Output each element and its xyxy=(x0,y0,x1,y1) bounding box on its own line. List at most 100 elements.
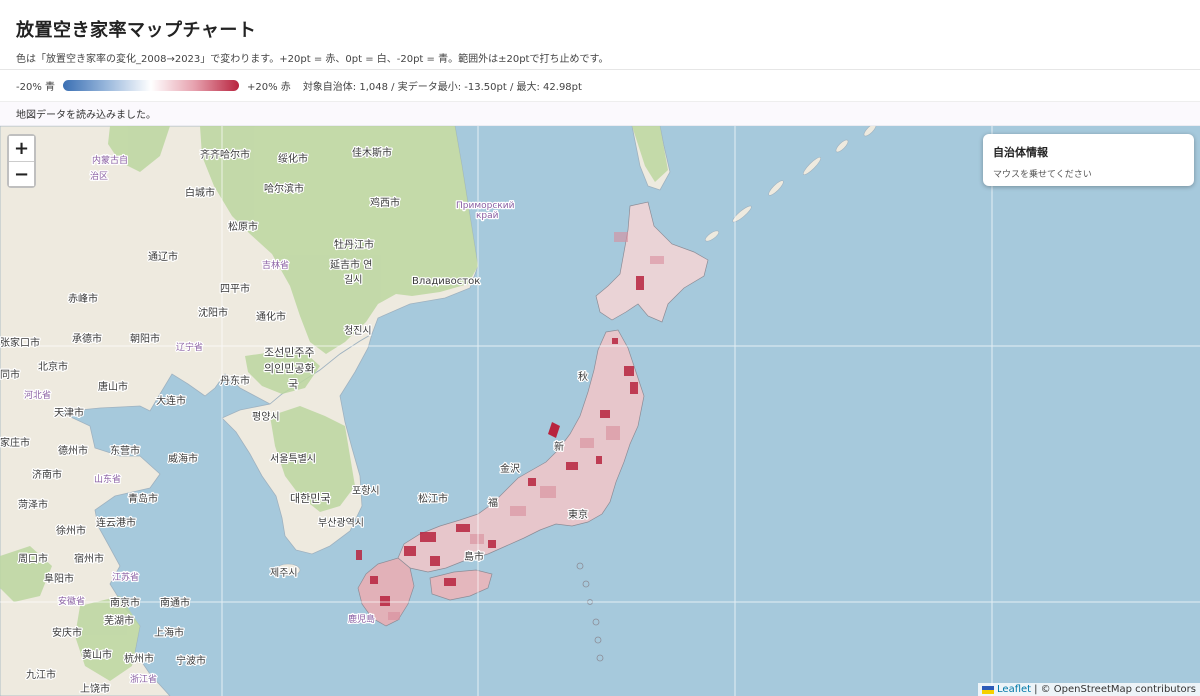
label-qiqihar: 齐齐哈尔市 xyxy=(200,148,250,161)
info-panel-hint: マウスを乗せてください xyxy=(993,170,1092,180)
legend-min-label: -20% 青 xyxy=(16,82,56,93)
label-suihua: 绥化市 xyxy=(278,152,308,165)
label-kagoshima: 鹿児島 xyxy=(348,613,375,625)
leaflet-link[interactable]: Leaflet xyxy=(997,684,1031,695)
label-harbin: 哈尔滨市 xyxy=(264,182,304,195)
label-baicheng: 白城市 xyxy=(185,186,215,199)
label-chifeng: 赤峰市 xyxy=(68,292,98,305)
label-dezhou: 德州市 xyxy=(58,444,88,457)
label-jiujiang: 九江市 xyxy=(26,668,56,681)
color-legend: -20% 青 +20% 赤 対象自治体: 1,048 / 実データ最小: -13… xyxy=(0,70,1200,102)
label-hiro: 島市 xyxy=(464,550,484,563)
label-vladivostok: Владивосток xyxy=(412,276,480,287)
label-tonghua: 通化市 xyxy=(256,310,286,323)
label-weihai: 威海市 xyxy=(168,452,198,465)
label-lianyungang: 连云港市 xyxy=(96,516,136,529)
label-jiangsu: 江苏省 xyxy=(112,571,139,583)
label-tangshan: 唐山市 xyxy=(98,380,128,393)
info-panel-title: 自治体情報 xyxy=(993,146,1048,159)
sado-island xyxy=(548,422,560,438)
label-busan: 부산광역시 xyxy=(318,517,364,529)
status-bar: 地図データを読み込みました。 xyxy=(0,102,1200,126)
label-dongying: 东营市 xyxy=(110,444,140,457)
label-dandong: 丹东市 xyxy=(220,374,250,387)
label-nanjing: 南京市 xyxy=(110,596,140,609)
label-heze: 菏泽市 xyxy=(18,498,48,511)
label-kanazawa: 金沢 xyxy=(500,462,520,475)
label-dprk-2: 의인민공화 xyxy=(264,362,315,375)
label-songyuan: 松原市 xyxy=(228,220,258,233)
label-qingdao: 青岛市 xyxy=(128,492,158,505)
label-anhui: 安徽省 xyxy=(58,595,85,607)
zoom-in-button[interactable]: + xyxy=(9,136,34,161)
label-akita: 秋 xyxy=(578,370,588,383)
map-attribution: Leaflet | © OpenStreetMap contributors xyxy=(978,683,1200,696)
zoom-control: + − xyxy=(7,134,36,188)
label-shangrao: 上饶市 xyxy=(80,682,110,695)
label-jilin: 吉林省 xyxy=(262,259,289,271)
label-shanghai: 上海市 xyxy=(154,626,184,639)
page-subtitle: 色は「放置空き家率の変化_2008→2023」で変わります。+20pt = 赤、… xyxy=(16,54,609,65)
label-dalian: 大连市 xyxy=(156,394,186,407)
label-shandong: 山东省 xyxy=(94,473,121,485)
label-tianjin: 天津市 xyxy=(54,406,84,419)
label-siping: 四平市 xyxy=(220,282,250,295)
legend-stats: 対象自治体: 1,048 / 実データ最小: -13.50pt / 最大: 42… xyxy=(302,82,582,93)
label-suzhou: 宿州市 xyxy=(74,552,104,565)
label-zhiqu: 治区 xyxy=(90,170,108,182)
map-container[interactable]: 内蒙古自 治区 齐齐哈尔市 绥化市 佳木斯市 白城市 哈尔滨市 鸡西市 Прим… xyxy=(0,126,1200,696)
label-ningbo: 宁波市 xyxy=(176,654,206,667)
label-yanji: 延吉市 연 xyxy=(330,258,372,271)
page-header: 放置空き家率マップチャート 色は「放置空き家率の変化_2008→2023」で変わ… xyxy=(0,0,1200,70)
page-title: 放置空き家率マップチャート xyxy=(16,20,257,41)
label-tongliao: 通辽市 xyxy=(148,250,178,263)
label-primorsky-2: край xyxy=(476,211,499,221)
label-hangzhou: 杭州市 xyxy=(124,652,154,665)
label-chaoyang: 朝阳市 xyxy=(130,332,160,345)
label-liaoning: 辽宁省 xyxy=(176,341,203,353)
label-xuzhou: 徐州市 xyxy=(56,524,86,537)
label-chengde: 承德市 xyxy=(72,332,102,345)
municipality-info-panel: 自治体情報 マウスを乗せてください xyxy=(983,134,1194,186)
map-canvas[interactable]: 内蒙古自 治区 齐齐哈尔市 绥化市 佳木斯市 白城市 哈尔滨市 鸡西市 Прим… xyxy=(0,126,1200,696)
label-hebei: 河北省 xyxy=(24,389,51,401)
label-seoul: 서울특별시 xyxy=(270,453,316,465)
label-jinan: 济南市 xyxy=(32,468,62,481)
label-jiazhuang: 家庄市 xyxy=(0,436,30,449)
label-rok: 대한민국 xyxy=(290,492,330,505)
label-mudanjiang: 牡丹江市 xyxy=(334,238,374,251)
label-dprk-1: 조선민주주 xyxy=(264,346,315,359)
label-fuyang: 阜阳市 xyxy=(44,572,74,585)
label-primorsky-1: Приморский xyxy=(456,201,515,211)
label-nantong: 南通市 xyxy=(160,596,190,609)
kuril-islands xyxy=(704,126,877,242)
label-jeju: 제주시 xyxy=(270,567,298,579)
label-neimenggu: 内蒙古自 xyxy=(92,154,128,166)
label-dprk-3: 국 xyxy=(288,378,298,391)
label-shenyang: 沈阳市 xyxy=(198,306,228,319)
label-gilsi: 길시 xyxy=(344,273,362,286)
shikoku xyxy=(429,569,493,601)
label-jiamusi: 佳木斯市 xyxy=(352,146,392,159)
label-fuku: 福 xyxy=(488,496,498,509)
label-anqing: 安庆市 xyxy=(52,626,82,639)
label-niigata: 新 xyxy=(554,440,564,453)
legend-gradient-bar xyxy=(63,80,240,91)
label-tongshi: 同市 xyxy=(0,368,20,381)
ukraine-flag-icon xyxy=(982,685,995,694)
label-zhangjiakou: 张家口市 xyxy=(0,336,40,349)
label-cheongjin: 청진시 xyxy=(344,325,372,337)
label-beijing: 北京市 xyxy=(38,360,68,373)
izu-islands xyxy=(576,562,604,662)
label-pyongyang: 평양시 xyxy=(252,411,280,423)
label-wuhu: 芜湖市 xyxy=(104,614,134,627)
zoom-out-button[interactable]: − xyxy=(9,161,34,186)
label-tokyo: 東京 xyxy=(568,508,588,521)
label-huangshan: 黄山市 xyxy=(82,648,112,661)
osm-attribution: | © OpenStreetMap contributors xyxy=(1034,684,1196,695)
label-pohang: 포항시 xyxy=(352,485,380,497)
label-zhoukou: 周口市 xyxy=(18,552,48,565)
label-jixi: 鸡西市 xyxy=(370,196,400,209)
label-matsue: 松江市 xyxy=(418,492,448,505)
legend-max-label: +20% 赤 xyxy=(247,82,291,93)
